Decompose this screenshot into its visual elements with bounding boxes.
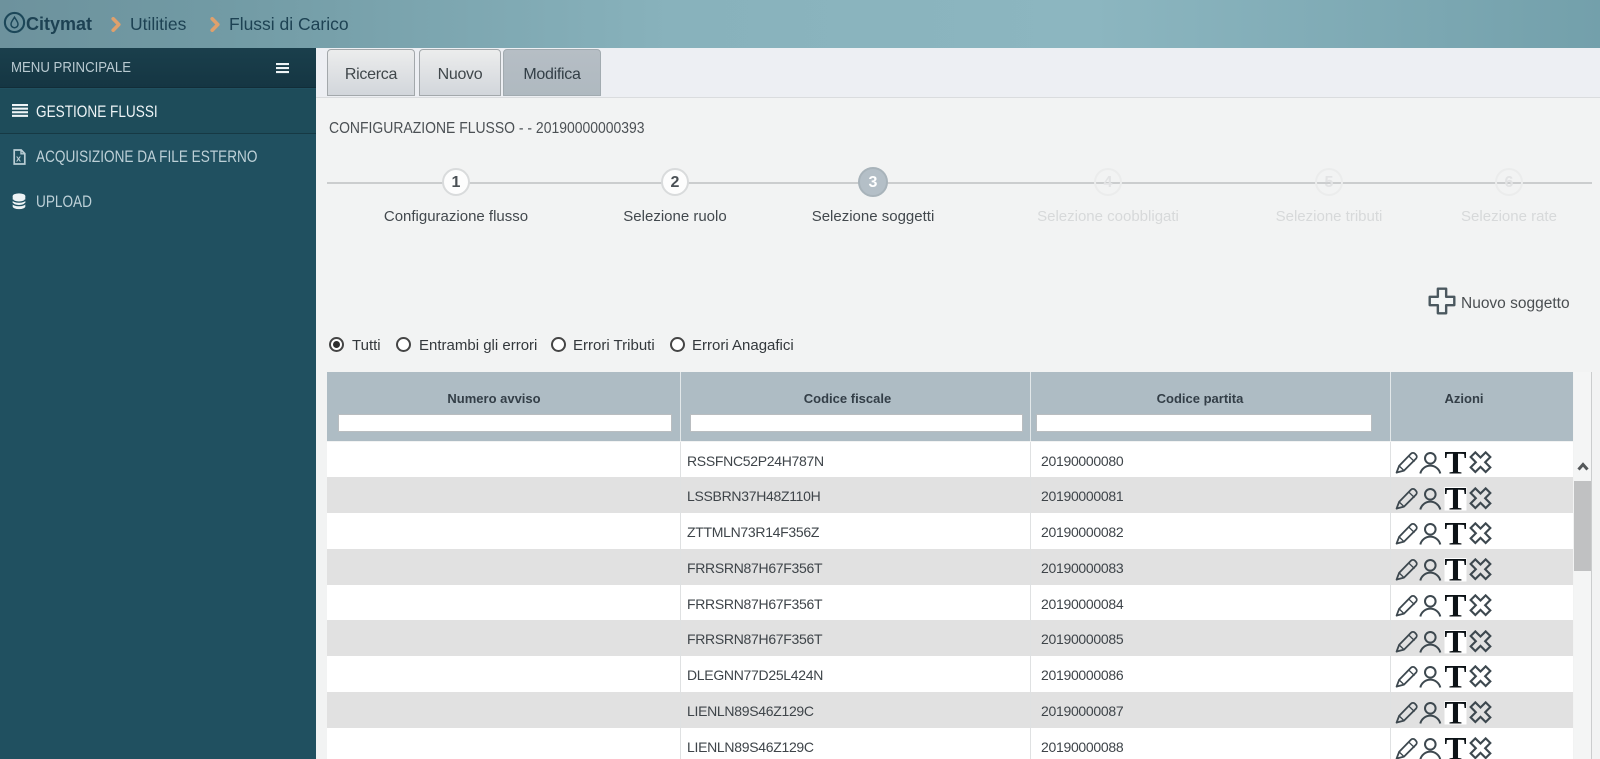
svg-text:T: T xyxy=(1444,701,1466,725)
svg-text:x: x xyxy=(16,154,21,164)
svg-text:T: T xyxy=(1444,630,1466,654)
svg-text:T: T xyxy=(1444,594,1466,618)
svg-text:T: T xyxy=(1444,522,1466,546)
svg-text:T: T xyxy=(1444,737,1466,759)
svg-text:T: T xyxy=(1444,451,1466,475)
svg-text:T: T xyxy=(1444,665,1466,689)
svg-text:T: T xyxy=(1444,487,1466,511)
svg-text:T: T xyxy=(1444,558,1466,582)
